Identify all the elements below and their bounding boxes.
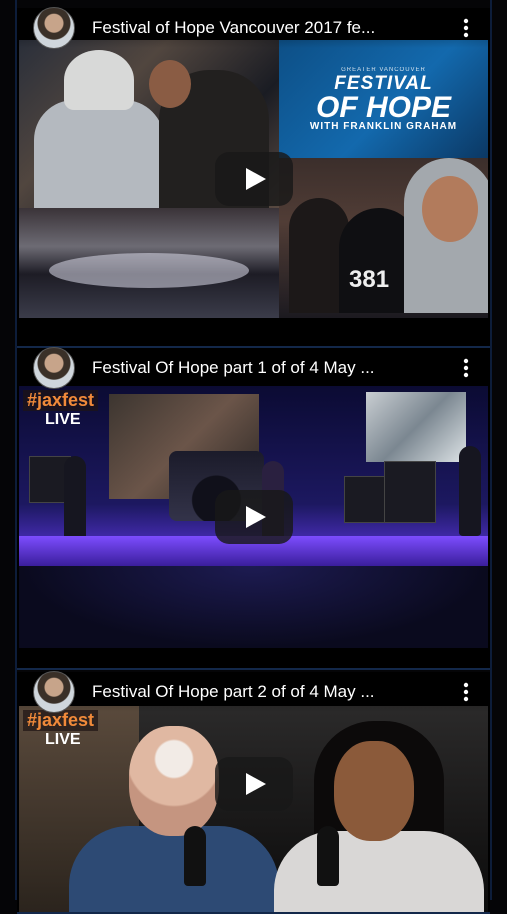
banner-line1: GREATER VANCOUVER: [341, 66, 426, 73]
more-vert-icon: [463, 358, 469, 378]
more-options-button[interactable]: [455, 353, 477, 383]
video-card-1[interactable]: GREATER VANCOUVER FESTIVAL OF HOPE WITH …: [17, 7, 490, 348]
hashtag-label: #jaxfest: [23, 390, 99, 411]
channel-avatar[interactable]: [33, 7, 75, 49]
play-icon: [245, 506, 266, 528]
video-header: Festival of Hope Vancouver 2017 fe...: [17, 7, 490, 49]
play-button[interactable]: [214, 757, 293, 812]
play-button[interactable]: [214, 490, 293, 544]
live-badge: #jaxfest LIVE: [23, 710, 99, 749]
more-options-button[interactable]: [455, 13, 477, 43]
banner-line4: WITH FRANKLIN GRAHAM: [309, 120, 458, 132]
right-frame-edge: [490, 0, 492, 900]
play-button[interactable]: [214, 152, 293, 206]
channel-avatar[interactable]: [33, 347, 75, 389]
video-title[interactable]: Festival Of Hope part 1 of of 4 May ...: [92, 358, 447, 378]
play-icon: [245, 773, 266, 796]
more-vert-icon: [463, 18, 469, 38]
thumbnail-photo-arena: [19, 208, 279, 318]
live-badge: #jaxfest LIVE: [23, 390, 99, 429]
video-header: Festival Of Hope part 1 of of 4 May ...: [17, 347, 490, 389]
video-thumbnail-1[interactable]: GREATER VANCOUVER FESTIVAL OF HOPE WITH …: [19, 40, 488, 318]
video-card-3[interactable]: #jaxfest LIVE Festival Of Hope part 2 of…: [17, 671, 490, 914]
video-title[interactable]: Festival of Hope Vancouver 2017 fe...: [92, 18, 447, 38]
video-thumbnail-2[interactable]: #jaxfest LIVE: [19, 386, 488, 648]
live-label: LIVE: [45, 731, 81, 748]
banner-line3: OF HOPE: [315, 90, 451, 124]
live-label: LIVE: [45, 411, 81, 428]
video-card-2[interactable]: #jaxfest LIVE Festival Of Hope part 1 of…: [17, 347, 490, 670]
thumbnail-photo-selfie: 381: [279, 158, 488, 318]
video-title[interactable]: Festival Of Hope part 2 of of 4 May ...: [92, 682, 447, 702]
play-icon: [245, 168, 266, 190]
channel-avatar[interactable]: [33, 671, 75, 713]
more-vert-icon: [463, 682, 469, 702]
festival-banner: GREATER VANCOUVER FESTIVAL OF HOPE WITH …: [279, 40, 488, 158]
more-options-button[interactable]: [455, 677, 477, 707]
video-thumbnail-3[interactable]: #jaxfest LIVE: [19, 706, 488, 912]
jersey-number: 381: [349, 266, 390, 293]
video-header: Festival Of Hope part 2 of of 4 May ...: [17, 671, 490, 713]
hashtag-label: #jaxfest: [23, 710, 99, 731]
